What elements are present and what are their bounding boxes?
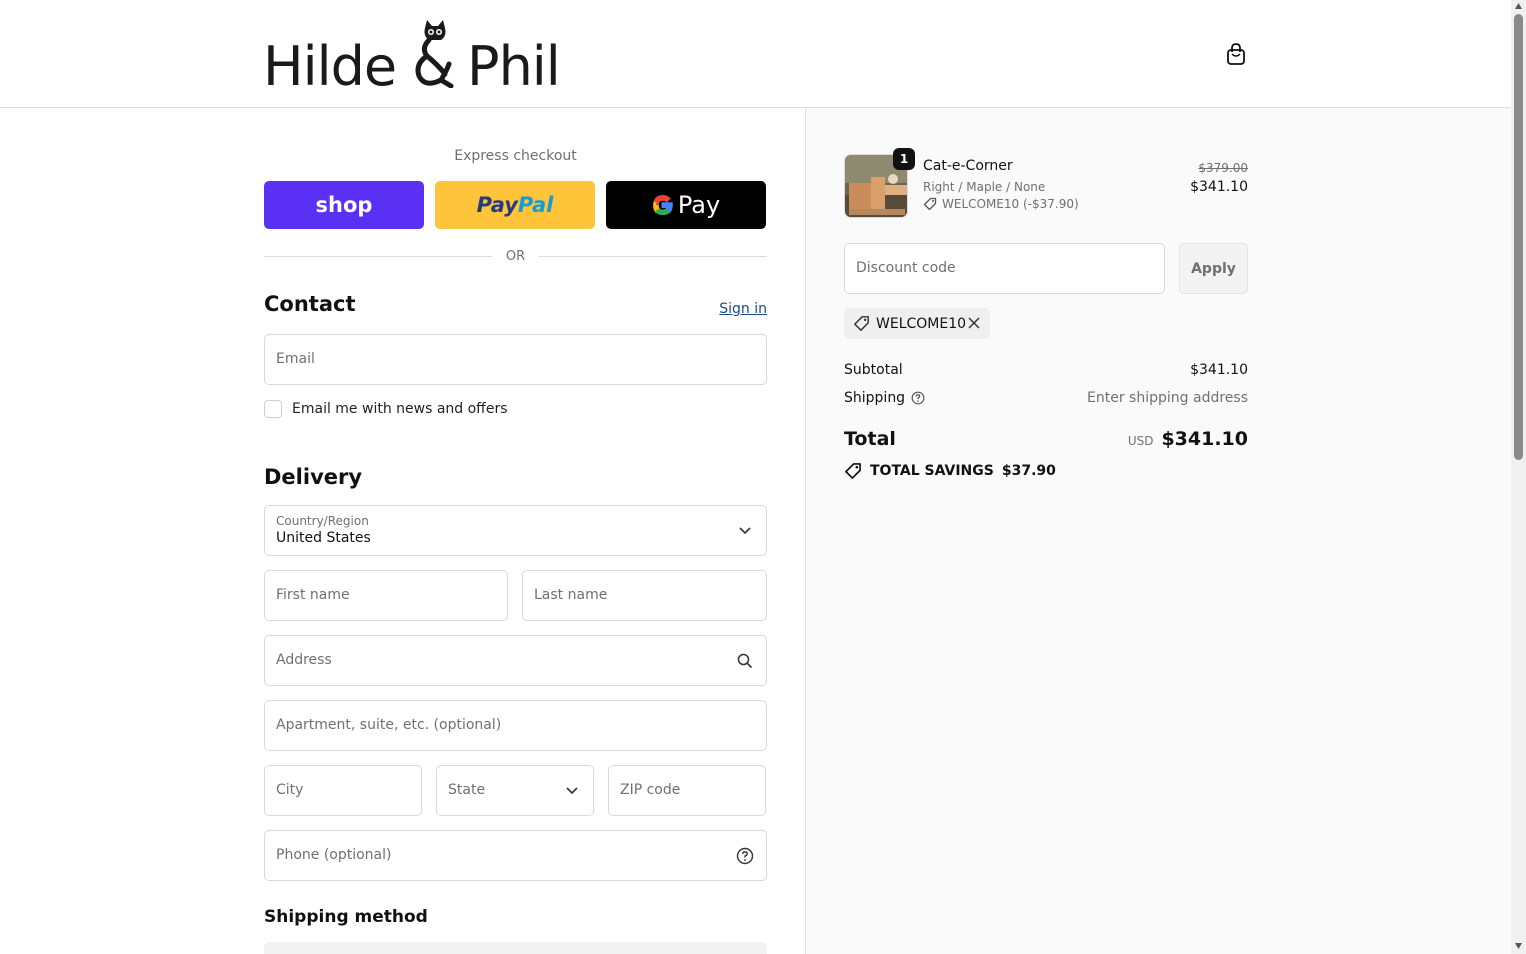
paypal-button[interactable]: Pay Pal bbox=[435, 181, 595, 229]
first-name-field[interactable]: First name bbox=[264, 570, 508, 621]
last-name-field[interactable]: Last name bbox=[522, 570, 767, 621]
item-name: Cat-e-Corner bbox=[923, 158, 1013, 174]
shipping-row: Shipping Enter shipping address bbox=[844, 390, 1248, 410]
close-icon[interactable] bbox=[967, 316, 981, 330]
apartment-placeholder: Apartment, suite, etc. (optional) bbox=[276, 717, 502, 733]
delivery-title: Delivery bbox=[264, 465, 363, 489]
newsletter-label: Email me with news and offers bbox=[292, 401, 508, 417]
shipping-method-box bbox=[264, 942, 767, 954]
country-select[interactable]: Country/Region United States bbox=[264, 505, 767, 556]
state-placeholder: State bbox=[448, 782, 486, 798]
item-variant: Right / Maple / None bbox=[923, 180, 1046, 194]
apply-discount-button[interactable]: Apply bbox=[1179, 243, 1248, 294]
google-g-icon bbox=[652, 195, 673, 216]
total-savings: TOTAL SAVINGS $37.90 bbox=[844, 462, 1056, 480]
total-amount: USD $341.10 bbox=[1128, 428, 1248, 450]
subtotal-row: Subtotal $341.10 bbox=[844, 362, 1248, 382]
address-placeholder: Address bbox=[276, 652, 332, 668]
discount-code-placeholder: Discount code bbox=[856, 260, 956, 276]
cart-button[interactable] bbox=[1222, 40, 1250, 68]
scrollbar[interactable] bbox=[1511, 0, 1526, 954]
zip-field[interactable]: ZIP code bbox=[608, 765, 766, 816]
city-field[interactable]: City bbox=[264, 765, 422, 816]
help-circle-icon[interactable] bbox=[911, 391, 925, 405]
chevron-down-icon bbox=[736, 522, 754, 540]
total-savings-label: TOTAL SAVINGS bbox=[870, 463, 994, 479]
scroll-up-arrow-icon[interactable] bbox=[1514, 2, 1523, 10]
order-summary-panel bbox=[805, 108, 1511, 954]
first-name-placeholder: First name bbox=[276, 587, 350, 603]
address-field[interactable]: Address bbox=[264, 635, 767, 686]
chevron-down-icon bbox=[563, 782, 581, 800]
tag-icon bbox=[923, 197, 937, 211]
item-price-original: $379.00 bbox=[1198, 161, 1248, 175]
item-price-final: $341.10 bbox=[1190, 179, 1248, 195]
state-select[interactable]: State bbox=[436, 765, 594, 816]
email-field[interactable]: Email bbox=[264, 334, 767, 385]
total-label: Total bbox=[844, 428, 896, 450]
google-pay-label: Pay bbox=[677, 191, 721, 219]
total-savings-value: $37.90 bbox=[1001, 463, 1056, 479]
search-icon bbox=[736, 652, 754, 670]
shipping-value: Enter shipping address bbox=[1087, 390, 1248, 406]
shopping-bag-icon bbox=[1227, 43, 1245, 65]
phone-placeholder: Phone (optional) bbox=[276, 847, 392, 863]
tag-icon bbox=[854, 316, 869, 331]
item-discount-label: WELCOME10 (-$37.90) bbox=[942, 197, 1079, 211]
total-currency: USD bbox=[1127, 434, 1154, 448]
paypal-label-pay: Pay bbox=[476, 193, 518, 217]
last-name-placeholder: Last name bbox=[534, 587, 608, 603]
paypal-label-pal: Pal bbox=[517, 193, 554, 217]
city-placeholder: City bbox=[276, 782, 304, 798]
shop-pay-button[interactable]: shop bbox=[264, 181, 424, 229]
header: Hilde Phil bbox=[0, 0, 1511, 108]
help-circle-icon[interactable] bbox=[736, 847, 754, 865]
tag-icon bbox=[845, 463, 861, 479]
express-checkout-title: Express checkout bbox=[454, 148, 577, 164]
shipping-label-group: Shipping bbox=[844, 390, 925, 406]
country-label: Country/Region bbox=[276, 514, 369, 528]
applied-discount-code: WELCOME10 bbox=[876, 315, 967, 332]
or-divider: OR bbox=[264, 249, 767, 264]
country-value: United States bbox=[276, 530, 371, 546]
google-pay-button[interactable]: Pay bbox=[606, 181, 766, 229]
logo-text-right: Phil bbox=[467, 35, 561, 98]
phone-field[interactable]: Phone (optional) bbox=[264, 830, 767, 881]
total-value: $341.10 bbox=[1161, 428, 1248, 450]
shipping-label: Shipping bbox=[844, 390, 906, 406]
zip-placeholder: ZIP code bbox=[620, 782, 681, 798]
brand-logo[interactable]: Hilde Phil bbox=[263, 18, 568, 94]
scrollbar-thumb[interactable] bbox=[1514, 14, 1523, 460]
shipping-method-title: Shipping method bbox=[264, 907, 428, 927]
apartment-field[interactable]: Apartment, suite, etc. (optional) bbox=[264, 700, 767, 751]
applied-discount-tag: WELCOME10 bbox=[844, 308, 990, 339]
email-placeholder: Email bbox=[276, 351, 315, 367]
item-discount: WELCOME10 (-$37.90) bbox=[923, 197, 1079, 211]
subtotal-label: Subtotal bbox=[844, 362, 903, 378]
shop-pay-label: shop bbox=[315, 193, 373, 217]
divider-line-right bbox=[539, 256, 767, 257]
contact-title: Contact bbox=[264, 292, 356, 316]
logo-cat-ampersand-icon bbox=[415, 20, 454, 88]
logo-text-left: Hilde bbox=[263, 35, 397, 98]
sign-in-link[interactable]: Sign in bbox=[719, 301, 767, 317]
quantity-badge: 1 bbox=[893, 148, 915, 170]
subtotal-value: $341.10 bbox=[1190, 362, 1248, 378]
discount-code-field[interactable]: Discount code bbox=[844, 243, 1165, 294]
scroll-down-arrow-icon[interactable] bbox=[1514, 942, 1523, 950]
newsletter-checkbox[interactable] bbox=[264, 400, 282, 418]
